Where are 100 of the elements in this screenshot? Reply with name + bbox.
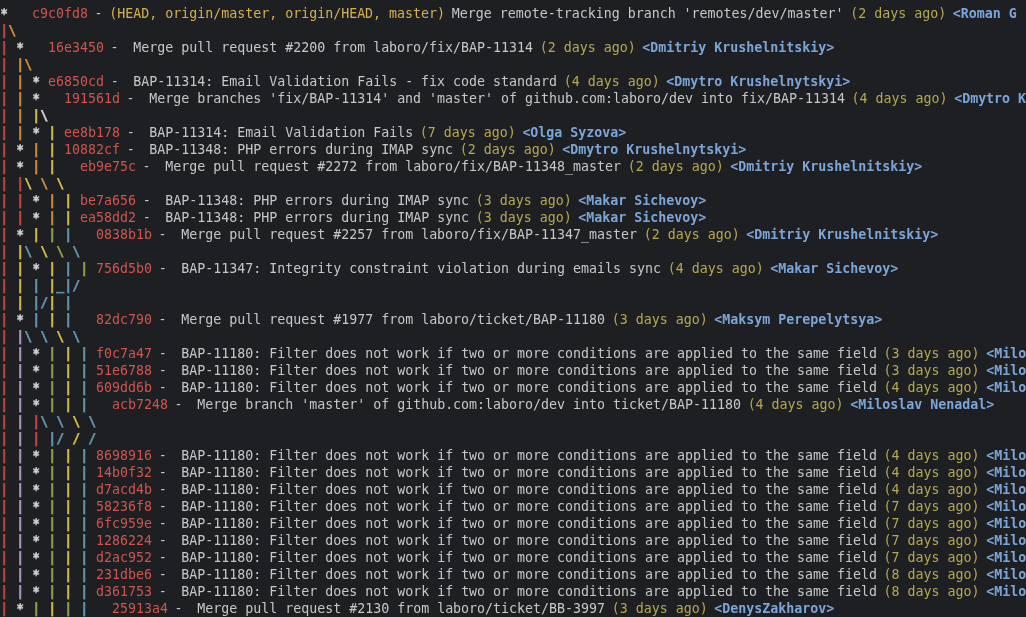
graph-glyph: | — [80, 482, 89, 497]
graph-glyph: \ — [24, 176, 33, 191]
commit-author: <Milo — [986, 550, 1026, 565]
graph-glyph: | — [0, 397, 9, 412]
graph-glyph: | — [32, 414, 40, 429]
graph-glyph: | — [48, 567, 57, 582]
separator: - — [126, 125, 136, 140]
graph-glyph: \ — [40, 329, 49, 344]
commit-author: <Milo — [986, 346, 1026, 361]
commit-hash: 191561d — [64, 91, 120, 106]
graph-glyph: * — [0, 6, 9, 21]
commit-message: BAP-11314: Email Validation Fails — [149, 125, 414, 140]
graph-glyph: / — [72, 278, 80, 293]
commit-message: BAP-11180: Filter does not work if two or more conditions are applied to the same field — [181, 567, 877, 582]
graph-glyph: | — [0, 176, 9, 191]
commit-message: BAP-11348: PHP errors during IMAP sync — [165, 193, 470, 208]
graph-glyph: | — [48, 312, 57, 327]
graph-glyph: * — [32, 261, 41, 276]
commit-date: (2 days ago) — [850, 6, 947, 21]
commit-message: BAP-11180: Filter does not work if two or more conditions are applied to the same field — [181, 465, 877, 480]
graph-glyph: | — [16, 193, 25, 208]
graph-glyph: * — [16, 312, 25, 327]
separator: - — [142, 159, 152, 174]
graph-glyph: | — [0, 550, 9, 565]
graph-glyph: | — [16, 431, 25, 446]
graph-glyph: | — [0, 23, 8, 38]
separator: - — [158, 499, 168, 514]
commit-date: (7 days ago) — [883, 550, 980, 565]
graph-glyph: * — [32, 125, 41, 140]
separator: - — [158, 567, 168, 582]
graph-glyph: * — [16, 159, 25, 174]
graph-glyph: | — [64, 261, 73, 276]
graph-glyph: | — [16, 363, 25, 378]
commit-date: (2 days ago) — [539, 40, 636, 55]
commit-author: <Dmytro Krushelnytskyi> — [562, 142, 747, 157]
graph-glyph: | — [80, 516, 89, 531]
graph-glyph: | — [0, 227, 9, 242]
commit-message: Merge pull request #1977 from laboro/ticket/BAP-11180 — [181, 312, 606, 327]
graph-glyph: * — [32, 193, 41, 208]
graph-glyph: | — [0, 465, 9, 480]
commit-hash: d2ac952 — [96, 550, 152, 565]
separator: - — [158, 363, 168, 378]
graph-glyph: | — [16, 567, 25, 582]
graph-glyph: | — [64, 601, 73, 616]
graph-glyph: | — [64, 584, 73, 599]
commit-message: BAP-11180: Filter does not work if two or more conditions are applied to the same field — [181, 550, 877, 565]
commit-author: <Milo — [986, 482, 1026, 497]
commit-author: <Dmitriy Krushelnitskiy> — [642, 40, 835, 55]
graph-glyph: | — [16, 91, 25, 106]
separator: - — [110, 40, 120, 55]
commit-hash: ee8b178 — [64, 125, 120, 140]
graph-glyph: | — [16, 57, 24, 72]
commit-hash: 6fc959e — [96, 516, 152, 531]
graph-glyph: | — [48, 159, 57, 174]
commit-message: BAP-11180: Filter does not work if two or more conditions are applied to the same field — [181, 482, 877, 497]
separator: - — [126, 142, 136, 157]
separator: - — [158, 380, 168, 395]
graph-glyph: | — [80, 448, 89, 463]
graph-glyph: | — [48, 346, 57, 361]
graph-glyph: | — [64, 210, 73, 225]
graph-glyph: * — [16, 40, 25, 55]
separator: - — [94, 6, 103, 21]
graph-glyph: | — [16, 414, 25, 429]
graph-glyph: | — [48, 516, 57, 531]
separator: - — [142, 210, 152, 225]
commit-author: <Milo — [986, 465, 1026, 480]
graph-glyph: | — [0, 244, 9, 259]
commit-hash: 14b0f32 — [96, 465, 152, 480]
graph-glyph: \ — [72, 329, 80, 344]
commit-hash: d361753 — [96, 584, 152, 599]
commit-date: (2 days ago) — [643, 227, 740, 242]
commit-author: <Dmytro Krushelnytskyi> — [666, 74, 851, 89]
separator: - — [158, 482, 168, 497]
graph-glyph: | — [16, 397, 25, 412]
commit-hash: e6850cd — [48, 74, 104, 89]
commit-author: <Milo — [986, 499, 1026, 514]
commit-hash: 0838b1b — [96, 227, 152, 242]
graph-glyph: | — [0, 278, 9, 293]
graph-glyph: / — [40, 295, 48, 310]
graph-glyph: | — [64, 278, 72, 293]
commit-date: (4 days ago) — [883, 448, 980, 463]
graph-glyph: | — [64, 550, 73, 565]
commit-message: Merge pull request #2130 from laboro/ticket/BB-3997 — [197, 601, 606, 616]
graph-glyph: | — [16, 380, 25, 395]
commit-author: <Milo — [986, 533, 1026, 548]
graph-glyph: * — [32, 448, 41, 463]
commit-message: BAP-11180: Filter does not work if two or more conditions are applied to the same field — [181, 516, 877, 531]
graph-glyph: | — [48, 261, 57, 276]
commit-author: <Maksym Perepelytsya> — [714, 312, 883, 327]
commit-date: (2 days ago) — [627, 159, 724, 174]
graph-glyph: | — [0, 125, 9, 140]
commit-author: <Dmytro K — [954, 91, 1026, 106]
graph-glyph: * — [32, 91, 41, 106]
graph-glyph: * — [32, 550, 41, 565]
graph-glyph: * — [32, 74, 41, 89]
graph-glyph: | — [16, 584, 25, 599]
separator: - — [126, 91, 136, 106]
graph-glyph: _ — [56, 278, 64, 293]
commit-message: Merge remote-tracking branch 'remotes/dev/master' — [451, 6, 844, 21]
graph-glyph: | — [48, 465, 57, 480]
